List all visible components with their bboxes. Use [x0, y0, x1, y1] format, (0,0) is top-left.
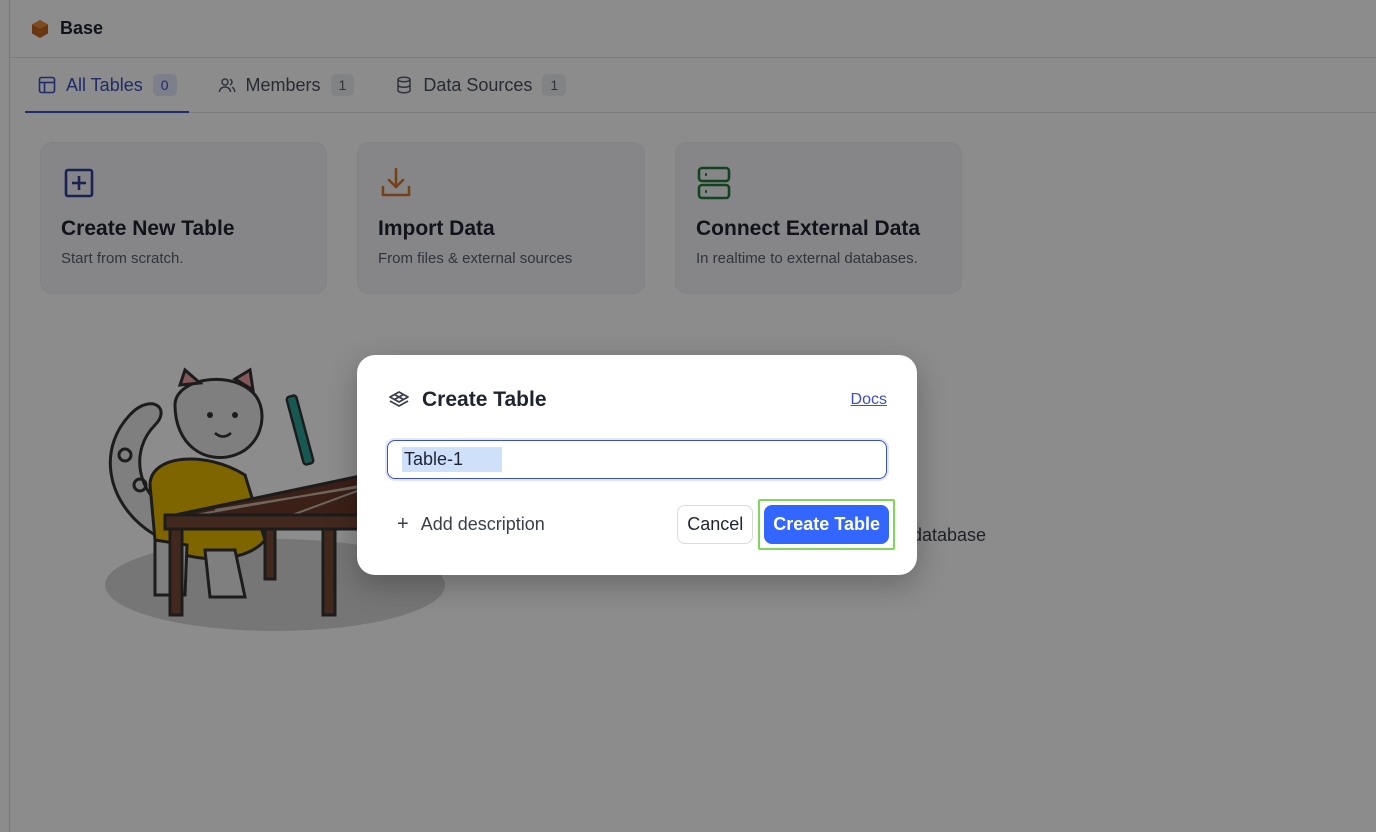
dialog-header: Create Table Docs — [387, 385, 887, 415]
create-table-dialog: Create Table Docs + Add description Canc… — [357, 355, 917, 575]
table-layers-icon — [387, 388, 411, 412]
create-table-button[interactable]: Create Table — [764, 504, 889, 544]
add-description-button[interactable]: + Add description — [387, 513, 545, 536]
table-name-input[interactable] — [402, 447, 502, 472]
add-description-label: Add description — [420, 513, 545, 534]
docs-link[interactable]: Docs — [851, 391, 887, 409]
table-name-field[interactable] — [387, 440, 887, 479]
dialog-title: Create Table — [422, 388, 547, 411]
plus-icon: + — [397, 512, 409, 535]
create-table-button-highlight: Create Table — [758, 498, 895, 550]
dialog-footer: + Add description Cancel Create Table — [387, 498, 895, 550]
cancel-button[interactable]: Cancel — [677, 504, 754, 544]
